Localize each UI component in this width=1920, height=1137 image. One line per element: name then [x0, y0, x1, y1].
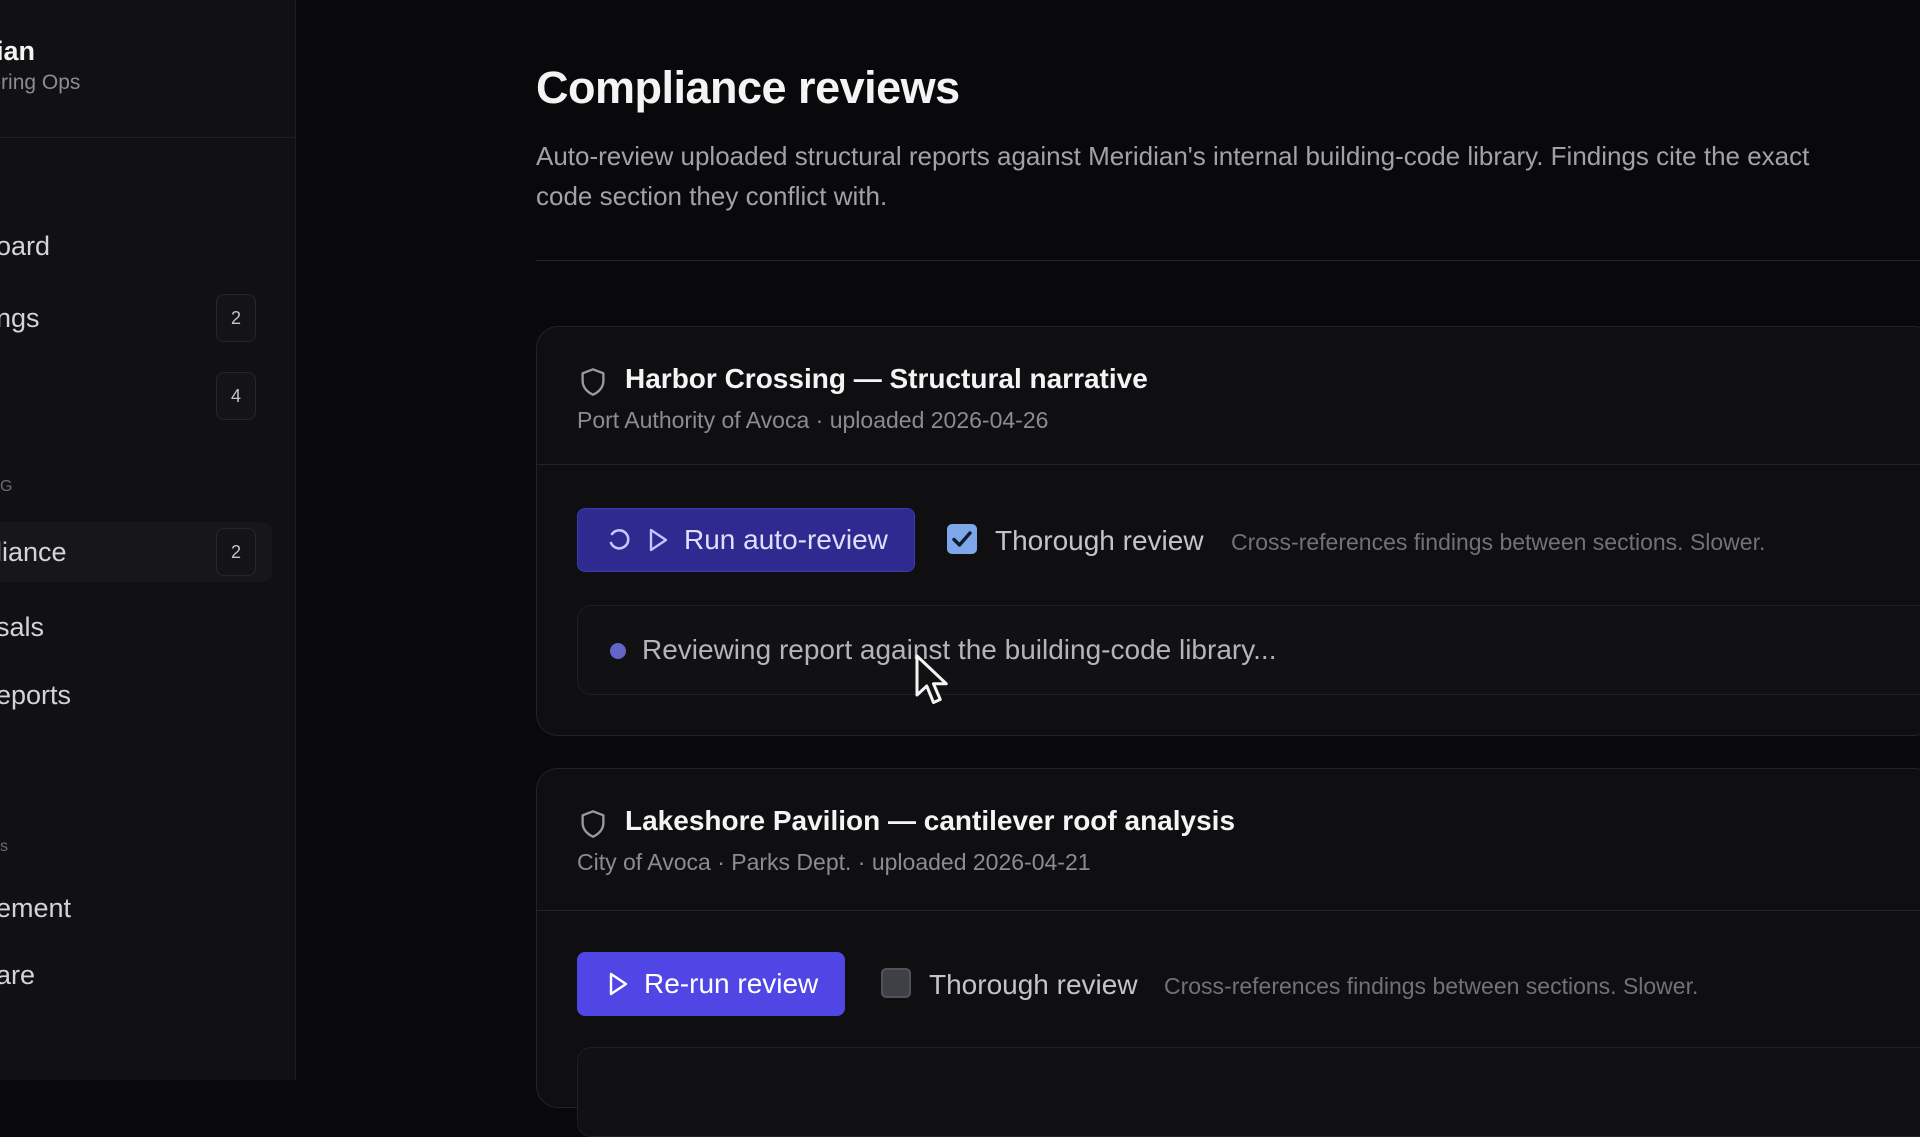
shield-icon — [581, 368, 605, 396]
brand-subtitle: neering Ops — [0, 71, 81, 94]
re-run-review-button[interactable]: Re-run review — [577, 952, 846, 1016]
play-icon — [649, 528, 668, 552]
sidebar-item-label: ement — [0, 892, 72, 923]
sidebar-item-label: sals — [0, 611, 45, 642]
sidebar-item-label: eports — [0, 679, 72, 710]
sidebar-item-label: liance — [0, 536, 67, 567]
spinner-icon — [609, 529, 630, 550]
card-title: Harbor Crossing — Structural narrative — [625, 363, 1148, 394]
review-card: Harbor Crossing — Structural narrative P… — [536, 326, 1920, 736]
count-badge: 4 — [216, 372, 256, 420]
review-card: Lakeshore Pavilion — cantilever roof ana… — [536, 768, 1920, 1137]
main-content: Compliance reviews Auto-review uploaded … — [536, 0, 1920, 1137]
sidebar-item-label: ngs — [0, 302, 40, 333]
sidebar-divider — [0, 137, 295, 138]
checkmark-icon — [952, 531, 972, 547]
page-title: Compliance reviews — [536, 62, 960, 113]
thorough-review-hint: Cross-references findings between sectio… — [1164, 973, 1699, 999]
thorough-review-label[interactable]: Thorough review — [929, 969, 1138, 1001]
sidebar-item-management[interactable]: ement — [0, 878, 272, 938]
sidebar-section-label: s — [0, 838, 9, 855]
count-badge: 2 — [216, 294, 256, 342]
thorough-review-checkbox[interactable] — [947, 524, 977, 554]
status-text: Reviewing report against the building-co… — [642, 634, 1277, 665]
sidebar-item-proposals[interactable]: sals — [0, 597, 272, 657]
shield-icon — [581, 810, 605, 838]
sidebar-item-dashboard[interactable]: oard — [0, 216, 272, 276]
sidebar-item-share[interactable]: are — [0, 945, 272, 1005]
page-description: Auto-review uploaded structural reports … — [536, 141, 1810, 211]
card-header: Harbor Crossing — Structural narrative P… — [537, 327, 1920, 465]
review-status — [577, 1047, 1920, 1137]
sidebar: idian neering Ops oard ngs 2 4 G liance … — [0, 0, 296, 1080]
brand-name: idian — [0, 36, 36, 66]
brand: idian neering Ops — [0, 36, 280, 95]
play-icon — [609, 972, 628, 996]
count-badge: 2 — [216, 528, 256, 576]
header-divider — [536, 260, 1920, 261]
sidebar-item-label: oard — [0, 230, 51, 261]
run-auto-review-button[interactable]: Run auto-review — [577, 508, 915, 572]
sidebar-item-compliance[interactable]: liance 2 — [0, 522, 272, 582]
card-title: Lakeshore Pavilion — cantilever roof ana… — [625, 805, 1236, 836]
sidebar-item-label: are — [0, 959, 36, 990]
thorough-review-hint: Cross-references findings between sectio… — [1231, 529, 1766, 555]
mouse-cursor-icon — [915, 654, 948, 704]
card-meta: Port Authority of Avoca · uploaded 2026-… — [577, 407, 1049, 433]
status-indicator-dot — [610, 643, 626, 659]
button-label: Run auto-review — [684, 524, 888, 555]
thorough-review-label[interactable]: Thorough review — [995, 525, 1204, 557]
card-header: Lakeshore Pavilion — cantilever roof ana… — [537, 769, 1920, 911]
sidebar-section-label: G — [0, 478, 14, 495]
thorough-review-checkbox[interactable] — [881, 968, 911, 998]
sidebar-item-findings[interactable]: ngs 2 — [0, 288, 272, 348]
button-label: Re-run review — [644, 968, 819, 999]
card-meta: City of Avoca · Parks Dept. · uploaded 2… — [577, 849, 1091, 875]
review-status: Reviewing report against the building-co… — [577, 605, 1920, 695]
sidebar-item-reports[interactable]: eports — [0, 665, 272, 725]
sidebar-item-unlabeled[interactable]: 4 — [0, 366, 272, 426]
